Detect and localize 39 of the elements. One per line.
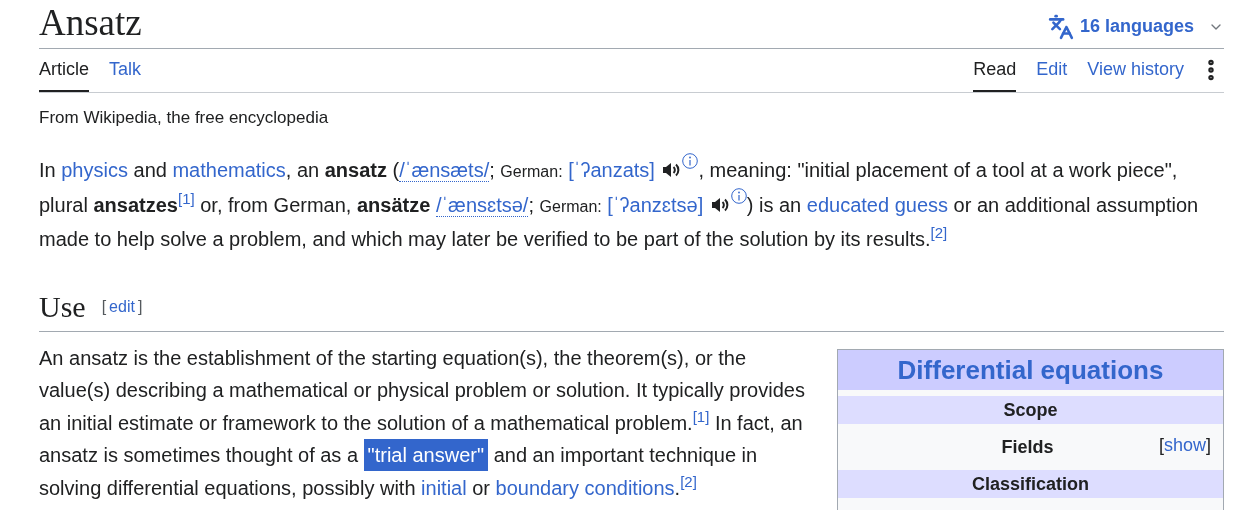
infobox-header: Scope xyxy=(838,395,1223,424)
link[interactable]: boundary conditions xyxy=(495,476,675,499)
page-tab[interactable]: Article xyxy=(39,49,89,92)
reference-link[interactable]: [1] xyxy=(178,190,195,207)
page-tab[interactable]: View history xyxy=(1087,49,1184,92)
link[interactable]: initial xyxy=(421,476,467,499)
reference-link[interactable]: [1] xyxy=(692,408,710,425)
link[interactable]: [ˈʔanzɛtsə] xyxy=(607,193,704,216)
pronunciation-link[interactable]: /ˈænsɛtsə/ xyxy=(435,193,529,217)
page-tab[interactable]: Edit xyxy=(1036,49,1068,92)
reference-link[interactable]: [2] xyxy=(930,224,948,241)
page-title: Ansatz xyxy=(39,1,142,45)
link[interactable]: mathematics xyxy=(172,158,286,181)
info-icon[interactable] xyxy=(730,187,747,204)
section-heading: Use xyxy=(39,288,86,325)
speaker-icon[interactable] xyxy=(661,160,682,179)
link[interactable]: physics xyxy=(61,158,128,181)
link[interactable]: [ˈʔanzats] xyxy=(568,158,655,181)
use-paragraph: An ansatz is the establishment of the starting equation(s), the theorem(s), or the value(s) describing a mathematical or physical problem or solution. It typically provides an initial estimate or framework to the solution of a mathematical problem.$^{[1]}$ In fact, an ansatz is sometimes thought of as a "trial answer" and an important technique in solving differential equations, possibly with initial or boundary conditions.$^{[2]}$ xyxy=(39,345,806,501)
speaker-icon[interactable] xyxy=(709,195,730,214)
link[interactable]: educated guess xyxy=(806,193,949,216)
pronunciation-link[interactable]: /ˈænsæts/ xyxy=(399,158,490,182)
tagline: From Wikipedia, the free encyclopedia xyxy=(39,107,330,129)
bracket: ] xyxy=(137,297,143,315)
page-tab[interactable]: Talk xyxy=(109,49,142,92)
reference-link[interactable]: [2] xyxy=(680,473,697,490)
edit-link[interactable]: edit xyxy=(109,297,135,315)
infobox-label: Fields xyxy=(1000,435,1055,459)
info-icon[interactable] xyxy=(682,152,699,169)
intro-paragraph: In physics and mathematics, an ansatz (/ˈænsæts/; German: [ˈʔanzats] , meaning: "initial placement of a tool at a work piece", plural ansatzes$^{[1]}$ or, from German, ansätze /ˈænsɛtsə/; German: [ˈʔanzɛtsə] ) is an educated guess or an additional assumption made to help solve a problem, and which may later be verified to be part of the solution by its results.$^{[2]}$ xyxy=(39,152,1224,255)
translate-icon xyxy=(1047,13,1074,40)
show-link[interactable]: show xyxy=(1163,431,1206,459)
infobox-title: Differential equations xyxy=(838,349,1223,390)
infobox-header: Classification xyxy=(838,469,1223,498)
languages-button[interactable]: 16 languages xyxy=(1047,13,1224,40)
bracket: ] xyxy=(1206,433,1211,457)
page-tab[interactable]: Read xyxy=(973,49,1017,92)
bracket: [ xyxy=(1158,433,1164,457)
bracket: [ xyxy=(101,297,107,315)
